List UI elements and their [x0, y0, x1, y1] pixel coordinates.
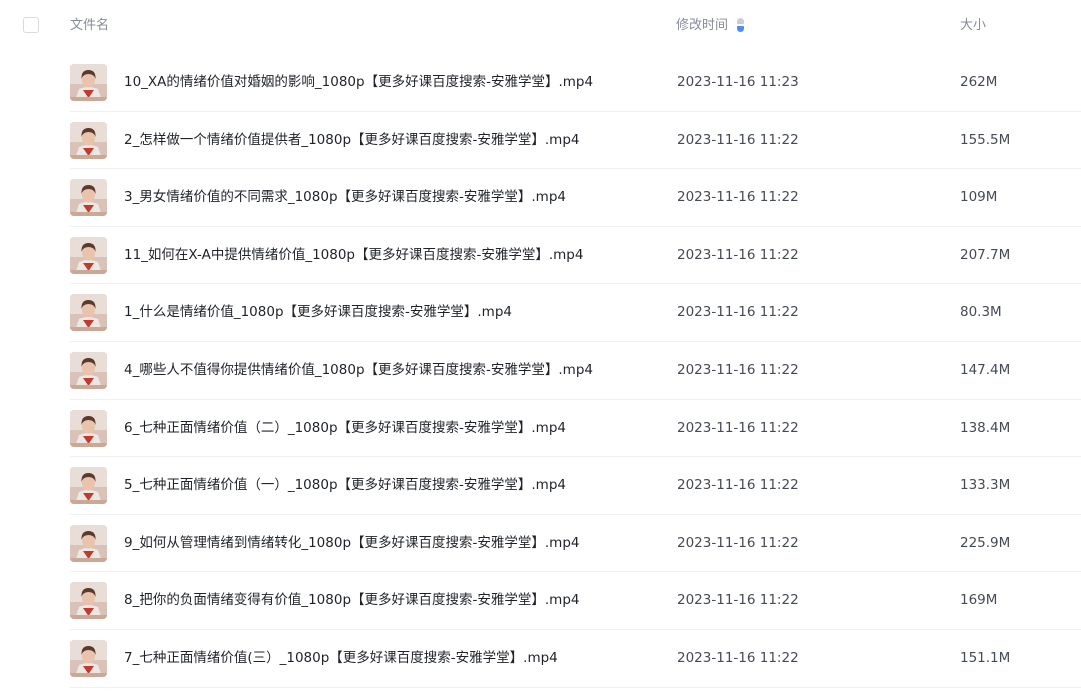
- file-name[interactable]: 8_把你的负面情绪变得有价值_1080p【更多好课百度搜索-安雅学堂】.mp4: [124, 572, 580, 630]
- column-header-time-label: 修改时间: [676, 18, 729, 33]
- file-row[interactable]: 11_如何在X-A中提供情绪价值_1080p【更多好课百度搜索-安雅学堂】.mp…: [0, 227, 1081, 285]
- video-thumbnail-icon[interactable]: [70, 524, 107, 562]
- file-size: 155.5M: [960, 131, 1011, 148]
- file-name[interactable]: 3_男女情绪价值的不同需求_1080p【更多好课百度搜索-安雅学堂】.mp4: [124, 169, 566, 227]
- file-row[interactable]: 5_七种正面情绪价值（一）_1080p【更多好课百度搜索-安雅学堂】.mp4 2…: [0, 457, 1081, 515]
- video-thumbnail-icon[interactable]: [70, 639, 107, 677]
- file-modified-time: 2023-11-16 11:22: [677, 304, 799, 321]
- file-name[interactable]: 11_如何在X-A中提供情绪价值_1080p【更多好课百度搜索-安雅学堂】.mp…: [124, 227, 583, 285]
- select-all-checkbox[interactable]: [23, 17, 39, 33]
- file-row[interactable]: 4_哪些人不值得你提供情绪价值_1080p【更多好课百度搜索-安雅学堂】.mp4…: [0, 342, 1081, 400]
- video-thumbnail-icon[interactable]: [70, 351, 107, 389]
- file-modified-time: 2023-11-16 11:22: [677, 131, 799, 148]
- file-size: 138.4M: [960, 419, 1011, 436]
- file-list: 文件名 修改时间 大小 10_XA的情绪价值对婚姻的影响_1080p【更多好课百…: [0, 0, 1081, 697]
- file-modified-time: 2023-11-16 11:22: [677, 246, 799, 263]
- file-modified-time: 2023-11-16 11:22: [677, 592, 799, 609]
- column-header-modified-time[interactable]: 修改时间: [676, 0, 745, 52]
- file-rows: 10_XA的情绪价值对婚姻的影响_1080p【更多好课百度搜索-安雅学堂】.mp…: [0, 54, 1081, 688]
- video-thumbnail-icon[interactable]: [70, 467, 107, 505]
- file-size: 225.9M: [960, 534, 1011, 551]
- file-size: 109M: [960, 189, 998, 206]
- file-size: 207.7M: [960, 246, 1011, 263]
- file-modified-time: 2023-11-16 11:22: [677, 534, 799, 551]
- file-row[interactable]: 7_七种正面情绪价值(三）_1080p【更多好课百度搜索-安雅学堂】.mp4 2…: [0, 630, 1081, 688]
- column-header-name-label: 文件名: [70, 18, 110, 33]
- file-size: 262M: [960, 74, 998, 90]
- video-thumbnail-icon[interactable]: [70, 294, 107, 332]
- file-modified-time: 2023-11-16 11:22: [677, 419, 799, 436]
- file-name[interactable]: 1_什么是情绪价值_1080p【更多好课百度搜索-安雅学堂】.mp4: [124, 284, 512, 342]
- file-list-header: 文件名 修改时间 大小: [0, 0, 1081, 52]
- file-name[interactable]: 4_哪些人不值得你提供情绪价值_1080p【更多好课百度搜索-安雅学堂】.mp4: [124, 342, 593, 400]
- column-header-name[interactable]: 文件名: [70, 0, 109, 52]
- file-row[interactable]: 3_男女情绪价值的不同需求_1080p【更多好课百度搜索-安雅学堂】.mp4 2…: [0, 169, 1081, 227]
- file-size: 133.3M: [960, 477, 1011, 494]
- video-thumbnail-icon[interactable]: [70, 409, 107, 447]
- file-size: 151.1M: [960, 649, 1011, 666]
- file-modified-time: 2023-11-16 11:23: [677, 74, 799, 90]
- file-size: 80.3M: [960, 304, 1002, 321]
- file-row[interactable]: 9_如何从管理情绪到情绪转化_1080p【更多好课百度搜索-安雅学堂】.mp4 …: [0, 515, 1081, 573]
- file-row[interactable]: 6_七种正面情绪价值（二）_1080p【更多好课百度搜索-安雅学堂】.mp4 2…: [0, 400, 1081, 458]
- file-row[interactable]: 2_怎样做一个情绪价值提供者_1080p【更多好课百度搜索-安雅学堂】.mp4 …: [0, 112, 1081, 170]
- file-modified-time: 2023-11-16 11:22: [677, 189, 799, 206]
- file-row[interactable]: 10_XA的情绪价值对婚姻的影响_1080p【更多好课百度搜索-安雅学堂】.mp…: [0, 54, 1081, 112]
- file-size: 169M: [960, 592, 998, 609]
- column-header-size[interactable]: 大小: [960, 0, 986, 52]
- file-name[interactable]: 6_七种正面情绪价值（二）_1080p【更多好课百度搜索-安雅学堂】.mp4: [124, 400, 566, 458]
- file-modified-time: 2023-11-16 11:22: [677, 477, 799, 494]
- file-modified-time: 2023-11-16 11:22: [677, 649, 799, 666]
- video-thumbnail-icon[interactable]: [70, 179, 107, 217]
- file-row[interactable]: 1_什么是情绪价值_1080p【更多好课百度搜索-安雅学堂】.mp4 2023-…: [0, 284, 1081, 342]
- file-size: 147.4M: [960, 361, 1011, 378]
- sort-desc-icon[interactable]: [737, 17, 745, 32]
- file-modified-time: 2023-11-16 11:22: [677, 361, 799, 378]
- file-name[interactable]: 10_XA的情绪价值对婚姻的影响_1080p【更多好课百度搜索-安雅学堂】.mp…: [124, 54, 593, 112]
- video-thumbnail-icon[interactable]: [70, 236, 107, 274]
- file-name[interactable]: 2_怎样做一个情绪价值提供者_1080p【更多好课百度搜索-安雅学堂】.mp4: [124, 112, 580, 170]
- column-header-size-label: 大小: [960, 18, 987, 33]
- file-name[interactable]: 9_如何从管理情绪到情绪转化_1080p【更多好课百度搜索-安雅学堂】.mp4: [124, 515, 580, 573]
- video-thumbnail-icon[interactable]: [70, 64, 107, 101]
- video-thumbnail-icon[interactable]: [70, 582, 107, 620]
- video-thumbnail-icon[interactable]: [70, 121, 107, 159]
- file-name[interactable]: 7_七种正面情绪价值(三）_1080p【更多好课百度搜索-安雅学堂】.mp4: [124, 630, 558, 688]
- file-row[interactable]: 8_把你的负面情绪变得有价值_1080p【更多好课百度搜索-安雅学堂】.mp4 …: [0, 572, 1081, 630]
- file-name[interactable]: 5_七种正面情绪价值（一）_1080p【更多好课百度搜索-安雅学堂】.mp4: [124, 457, 566, 515]
